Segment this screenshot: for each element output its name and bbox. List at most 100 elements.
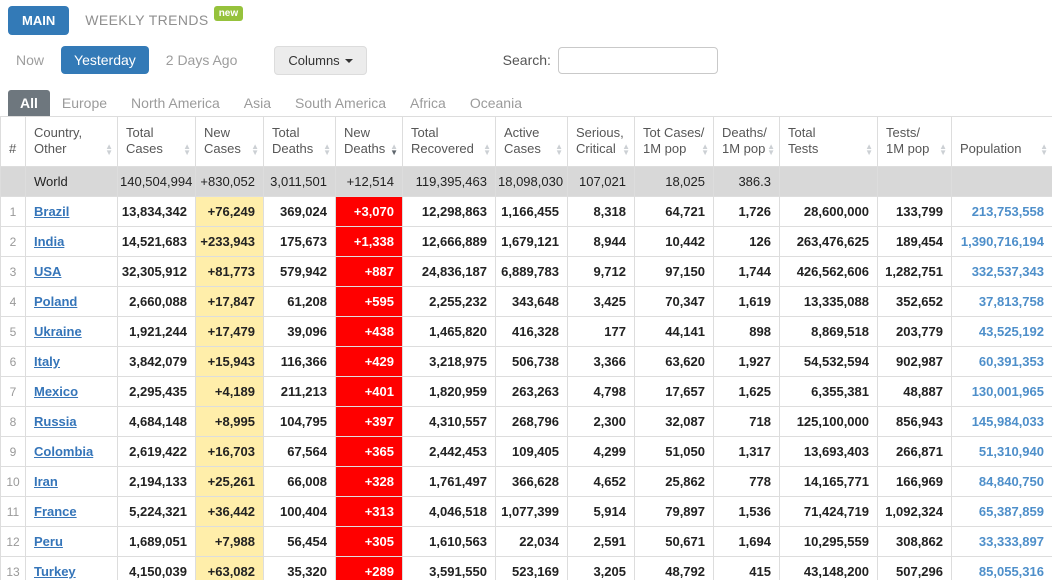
col-header-total_recovered[interactable]: Total Recovered ▲ ▼: [402, 116, 496, 167]
tab-continent-south-america[interactable]: South America: [283, 90, 398, 116]
cell-new_deaths: +12,514: [335, 166, 403, 197]
col-header-deaths_1m[interactable]: Deaths/1M pop ▲ ▼: [713, 116, 780, 167]
table-row: 13 Turkey 4,150,039 +63,082 35,320 +289 3,591,…: [0, 556, 1052, 580]
country-link[interactable]: Iran: [34, 474, 58, 489]
cell-new_deaths: +365: [335, 436, 403, 467]
cell-population: 85,055,316: [951, 556, 1052, 580]
cell-active_cases: 22,034: [495, 526, 568, 557]
cell-new_deaths: +887: [335, 256, 403, 287]
population-link[interactable]: 51,310,940: [979, 444, 1044, 459]
sort-both-icon: ▲ ▼: [865, 142, 873, 157]
cell-tests_1m: 133,799: [877, 196, 952, 227]
cell-tot_cases_1m: 63,620: [634, 346, 714, 377]
cell-country: Colombia: [25, 436, 118, 467]
country-link[interactable]: Mexico: [34, 384, 78, 399]
tab-weekly-trends[interactable]: WEEKLY TRENDS: [85, 12, 208, 28]
col-header-total_deaths[interactable]: Total Deaths ▲ ▼: [263, 116, 336, 167]
caret-down-icon: [344, 59, 353, 64]
cell-serious_critical: 8,944: [567, 226, 635, 257]
col-header-rank: #: [0, 116, 26, 167]
tab-continent-north-america[interactable]: North America: [119, 90, 232, 116]
tab-main[interactable]: MAIN: [8, 6, 70, 35]
sort-both-icon: ▲ ▼: [483, 142, 491, 157]
cell-total_deaths: 100,404: [263, 496, 336, 527]
cell-total_cases: 13,834,342: [117, 196, 196, 227]
population-link[interactable]: 130,001,965: [972, 384, 1044, 399]
col-header-population[interactable]: Population ▲ ▼: [951, 116, 1052, 167]
population-link[interactable]: 213,753,558: [972, 204, 1044, 219]
cell-tot_cases_1m: 79,897: [634, 496, 714, 527]
table-row: 6 Italy 3,842,079 +15,943 116,366 +429 3,218,9…: [0, 346, 1052, 377]
cell-total_deaths: 56,454: [263, 526, 336, 557]
filter-2-days-ago[interactable]: 2 Days Ago: [166, 52, 238, 68]
sort-both-icon: ▲ ▼: [767, 142, 775, 157]
country-link[interactable]: Turkey: [34, 564, 76, 579]
tab-continent-oceania[interactable]: Oceania: [458, 90, 534, 116]
population-link[interactable]: 85,055,316: [979, 564, 1044, 579]
cell-total_tests: 71,424,719: [779, 496, 878, 527]
cell-total_cases: 1,689,051: [117, 526, 196, 557]
population-link[interactable]: 84,840,750: [979, 474, 1044, 489]
col-header-country[interactable]: Country, Other ▲ ▼: [25, 116, 118, 167]
country-link[interactable]: Poland: [34, 294, 77, 309]
cell-serious_critical: 5,914: [567, 496, 635, 527]
population-link[interactable]: 33,333,897: [979, 534, 1044, 549]
population-link[interactable]: 1,390,716,194: [961, 234, 1044, 249]
tab-continent-asia[interactable]: Asia: [232, 90, 283, 116]
cell-deaths_1m: 1,744: [713, 256, 780, 287]
tab-continent-all[interactable]: All: [8, 90, 50, 116]
cell-new_cases: +81,773: [195, 256, 264, 287]
population-link[interactable]: 43,525,192: [979, 324, 1044, 339]
cell-population: 1,390,716,194: [951, 226, 1052, 257]
cell-rank: 1: [0, 196, 26, 227]
cell-serious_critical: 3,205: [567, 556, 635, 580]
cell-serious_critical: 2,300: [567, 406, 635, 437]
country-link[interactable]: Brazil: [34, 204, 69, 219]
cell-rank: 8: [0, 406, 26, 437]
col-header-tot_cases_1m[interactable]: Tot Cases/1M pop ▲ ▼: [634, 116, 714, 167]
cell-total_cases: 4,684,148: [117, 406, 196, 437]
cell-total_deaths: 175,673: [263, 226, 336, 257]
cell-tests_1m: 266,871: [877, 436, 952, 467]
country-link[interactable]: Colombia: [34, 444, 93, 459]
cell-tot_cases_1m: 64,721: [634, 196, 714, 227]
population-link[interactable]: 65,387,859: [979, 504, 1044, 519]
search-input[interactable]: [557, 46, 718, 74]
country-link[interactable]: India: [34, 234, 64, 249]
cell-new_cases: +7,988: [195, 526, 264, 557]
country-link[interactable]: Italy: [34, 354, 60, 369]
country-link[interactable]: France: [34, 504, 77, 519]
cell-tot_cases_1m: 25,862: [634, 466, 714, 497]
table-row: 9 Colombia 2,619,422 +16,703 67,564 +365 2,442…: [0, 436, 1052, 467]
population-link[interactable]: 60,391,353: [979, 354, 1044, 369]
filter-yesterday[interactable]: Yesterday: [61, 46, 149, 74]
col-header-total_tests[interactable]: Total Tests ▲ ▼: [779, 116, 878, 167]
population-link[interactable]: 332,537,343: [972, 264, 1044, 279]
filter-now[interactable]: Now: [16, 52, 44, 68]
cell-new_cases: +830,052: [195, 166, 264, 197]
cell-tests_1m: 1,092,324: [877, 496, 952, 527]
population-link[interactable]: 37,813,758: [979, 294, 1044, 309]
sort-both-icon: ▲ ▼: [1040, 142, 1048, 157]
col-header-total_cases[interactable]: Total Cases ▲ ▼: [117, 116, 196, 167]
cell-population: 84,840,750: [951, 466, 1052, 497]
cell-country: Brazil: [25, 196, 118, 227]
country-link[interactable]: USA: [34, 264, 61, 279]
cell-population: 33,333,897: [951, 526, 1052, 557]
col-header-new_cases[interactable]: New Cases ▲ ▼: [195, 116, 264, 167]
col-header-active_cases[interactable]: Active Cases ▲ ▼: [495, 116, 568, 167]
cell-total_tests: [779, 166, 878, 197]
country-link[interactable]: Peru: [34, 534, 63, 549]
col-header-tests_1m[interactable]: Tests/1M pop ▲ ▼: [877, 116, 952, 167]
cell-rank: 10: [0, 466, 26, 497]
cell-country: Ukraine: [25, 316, 118, 347]
population-link[interactable]: 145,984,033: [972, 414, 1044, 429]
col-header-new_deaths[interactable]: New Deaths ▲ ▼: [335, 116, 403, 167]
col-header-serious_critical[interactable]: Serious, Critical ▲ ▼: [567, 116, 635, 167]
columns-dropdown-button[interactable]: Columns: [274, 45, 367, 75]
tab-continent-europe[interactable]: Europe: [50, 90, 119, 116]
country-link[interactable]: Russia: [34, 414, 77, 429]
tab-continent-africa[interactable]: Africa: [398, 90, 458, 116]
country-link[interactable]: Ukraine: [34, 324, 82, 339]
cell-tot_cases_1m: 70,347: [634, 286, 714, 317]
